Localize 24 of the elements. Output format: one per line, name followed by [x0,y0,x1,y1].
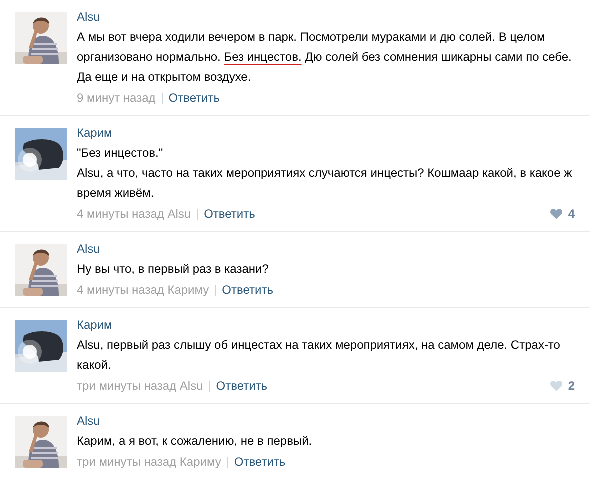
author-name[interactable]: Карим [77,316,112,335]
heart-icon [550,380,564,392]
comment-text: Ну вы что, в первый раз в казани? [77,261,270,278]
reply-link[interactable]: Ответить [168,88,220,108]
comment-text: Карим, а я вот, к сожалению, не в первый. [77,433,314,450]
timestamp: 4 минуты назад Кариму [77,282,210,299]
timestamp: три минуты назад Кариму [77,454,222,471]
reply-link[interactable]: Ответить [216,376,268,396]
author-name[interactable]: Карим [77,124,112,143]
author-name[interactable]: Alsu [77,240,100,259]
author-name[interactable]: Alsu [77,412,100,431]
timestamp: три минуты назад Alsu [77,378,204,395]
reply-link[interactable]: Ответить [222,280,274,300]
comment-text: А мы вот вчера ходили вечером в парк. Посмотрели мураками и дю солей. В целом организовано нормально. Без инцестов. Дю солей без сомнения шикарны сами по себе. Да еще и на открытом воздухе. [77,29,573,86]
like-button[interactable]: 2 [550,376,575,396]
like-button[interactable]: 4 [550,204,575,224]
timestamp: 4 минуты назад Alsu [77,206,192,223]
heart-icon [550,208,564,220]
comment-text: Alsu, первый раз слышу об инцестах на таких мероприятиях, на самом деле. Страх-то какой. [77,337,562,374]
reply-link[interactable]: Ответить [234,452,286,472]
reply-link[interactable]: Ответить [204,204,256,224]
author-name[interactable]: Alsu [77,8,100,27]
comment-text: "Без инцестов." Alsu, а что, часто на таких мероприятиях случаются инцесты? Кошмаар какой, в какое ж время живём. [77,145,574,202]
timestamp: 9 минут назад [77,90,156,107]
